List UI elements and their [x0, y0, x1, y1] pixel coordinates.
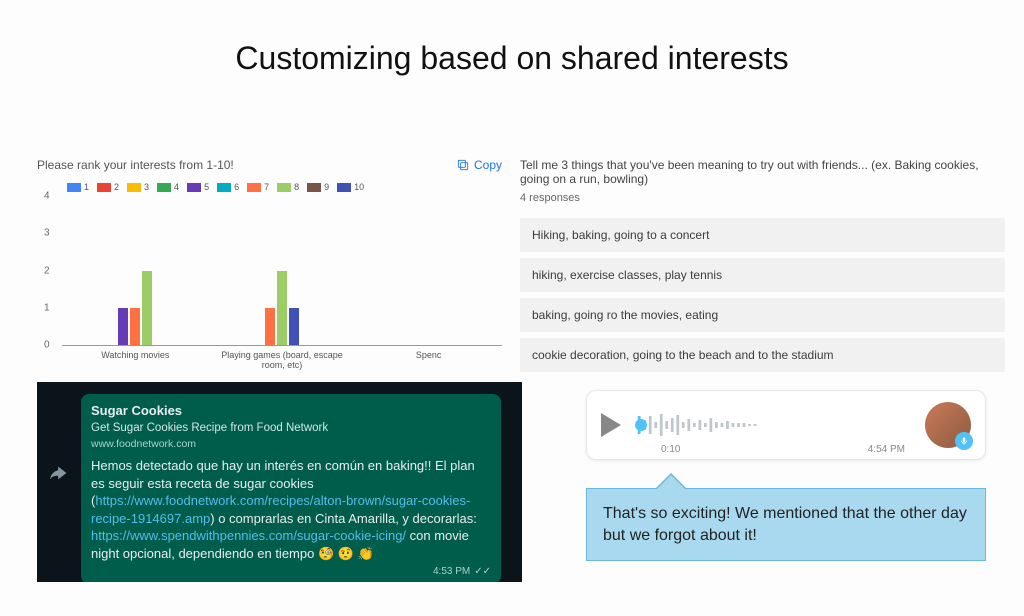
- recipe-link-2[interactable]: https://www.spendwithpennies.com/sugar-c…: [91, 528, 406, 543]
- legend-item: 4: [157, 182, 179, 192]
- responses-question: Tell me 3 things that you've been meanin…: [520, 158, 1005, 186]
- play-button[interactable]: [601, 413, 621, 437]
- sender-avatar[interactable]: [925, 402, 971, 448]
- ytick: 1: [44, 302, 50, 313]
- message-text: Hemos detectado que hay un interés en co…: [91, 457, 491, 562]
- response-row: Hiking, baking, going to a concert: [520, 218, 1005, 252]
- link-preview-subtitle: Get Sugar Cookies Recipe from Food Netwo…: [91, 421, 491, 437]
- playhead-icon[interactable]: [635, 419, 647, 431]
- ytick: 4: [44, 191, 50, 202]
- response-row: baking, going ro the movies, eating: [520, 298, 1005, 332]
- bar: [142, 271, 152, 346]
- legend-item: 6: [217, 182, 239, 192]
- ytick: 3: [44, 228, 50, 239]
- legend-item: 9: [307, 182, 329, 192]
- copy-label: Copy: [474, 158, 502, 172]
- response-row: hiking, exercise classes, play tennis: [520, 258, 1005, 292]
- voice-elapsed: 0:10: [661, 444, 680, 455]
- legend-item: 1: [67, 182, 89, 192]
- bar: [118, 308, 128, 345]
- bar: [277, 271, 287, 346]
- responses-count: 4 responses: [520, 192, 1005, 204]
- xlabel: Playing games (board, escape room, etc): [209, 346, 356, 370]
- forward-icon[interactable]: [49, 462, 71, 484]
- mic-icon: [955, 432, 973, 450]
- response-row: cookie decoration, going to the beach an…: [520, 338, 1005, 372]
- bar-cluster: [355, 196, 502, 345]
- link-preview-domain: www.foodnetwork.com: [91, 437, 491, 451]
- legend-item: 8: [277, 182, 299, 192]
- voice-timestamp: 4:54 PM: [868, 444, 905, 455]
- xlabel: Watching movies: [62, 346, 209, 370]
- legend-item: 3: [127, 182, 149, 192]
- bar-cluster: [209, 196, 356, 345]
- chart-legend: 123456789 10: [67, 182, 502, 192]
- bar: [130, 308, 140, 345]
- legend-item: 2: [97, 182, 119, 192]
- copy-button[interactable]: Copy: [456, 158, 502, 172]
- voice-note: 0:10 4:54 PM: [586, 390, 986, 460]
- ytick: 0: [44, 340, 50, 351]
- xlabel: Spenc: [355, 346, 502, 370]
- copy-icon: [456, 158, 470, 172]
- chart-xlabels: Watching moviesPlaying games (board, esc…: [62, 346, 502, 370]
- speech-callout: That's so exciting! We mentioned that th…: [586, 488, 986, 561]
- chart-question: Please rank your interests from 1-10!: [37, 158, 234, 172]
- bar-cluster: [62, 196, 209, 345]
- chat-bubble: Sugar Cookies Get Sugar Cookies Recipe f…: [81, 394, 501, 582]
- whatsapp-panel: Sugar Cookies Get Sugar Cookies Recipe f…: [37, 382, 522, 582]
- slide-title: Customizing based on shared interests: [0, 40, 1024, 77]
- chart-panel: Please rank your interests from 1-10! Co…: [37, 158, 502, 370]
- responses-panel: Tell me 3 things that you've been meanin…: [520, 158, 1005, 378]
- chart-axes: 01234: [62, 196, 502, 346]
- legend-item: 5: [187, 182, 209, 192]
- waveform[interactable]: [635, 405, 911, 445]
- ytick: 2: [44, 265, 50, 276]
- link-preview-title: Sugar Cookies: [91, 402, 491, 420]
- legend-item: 7: [247, 182, 269, 192]
- bar: [265, 308, 275, 345]
- bar: [289, 308, 299, 345]
- legend-item: 10: [337, 182, 364, 192]
